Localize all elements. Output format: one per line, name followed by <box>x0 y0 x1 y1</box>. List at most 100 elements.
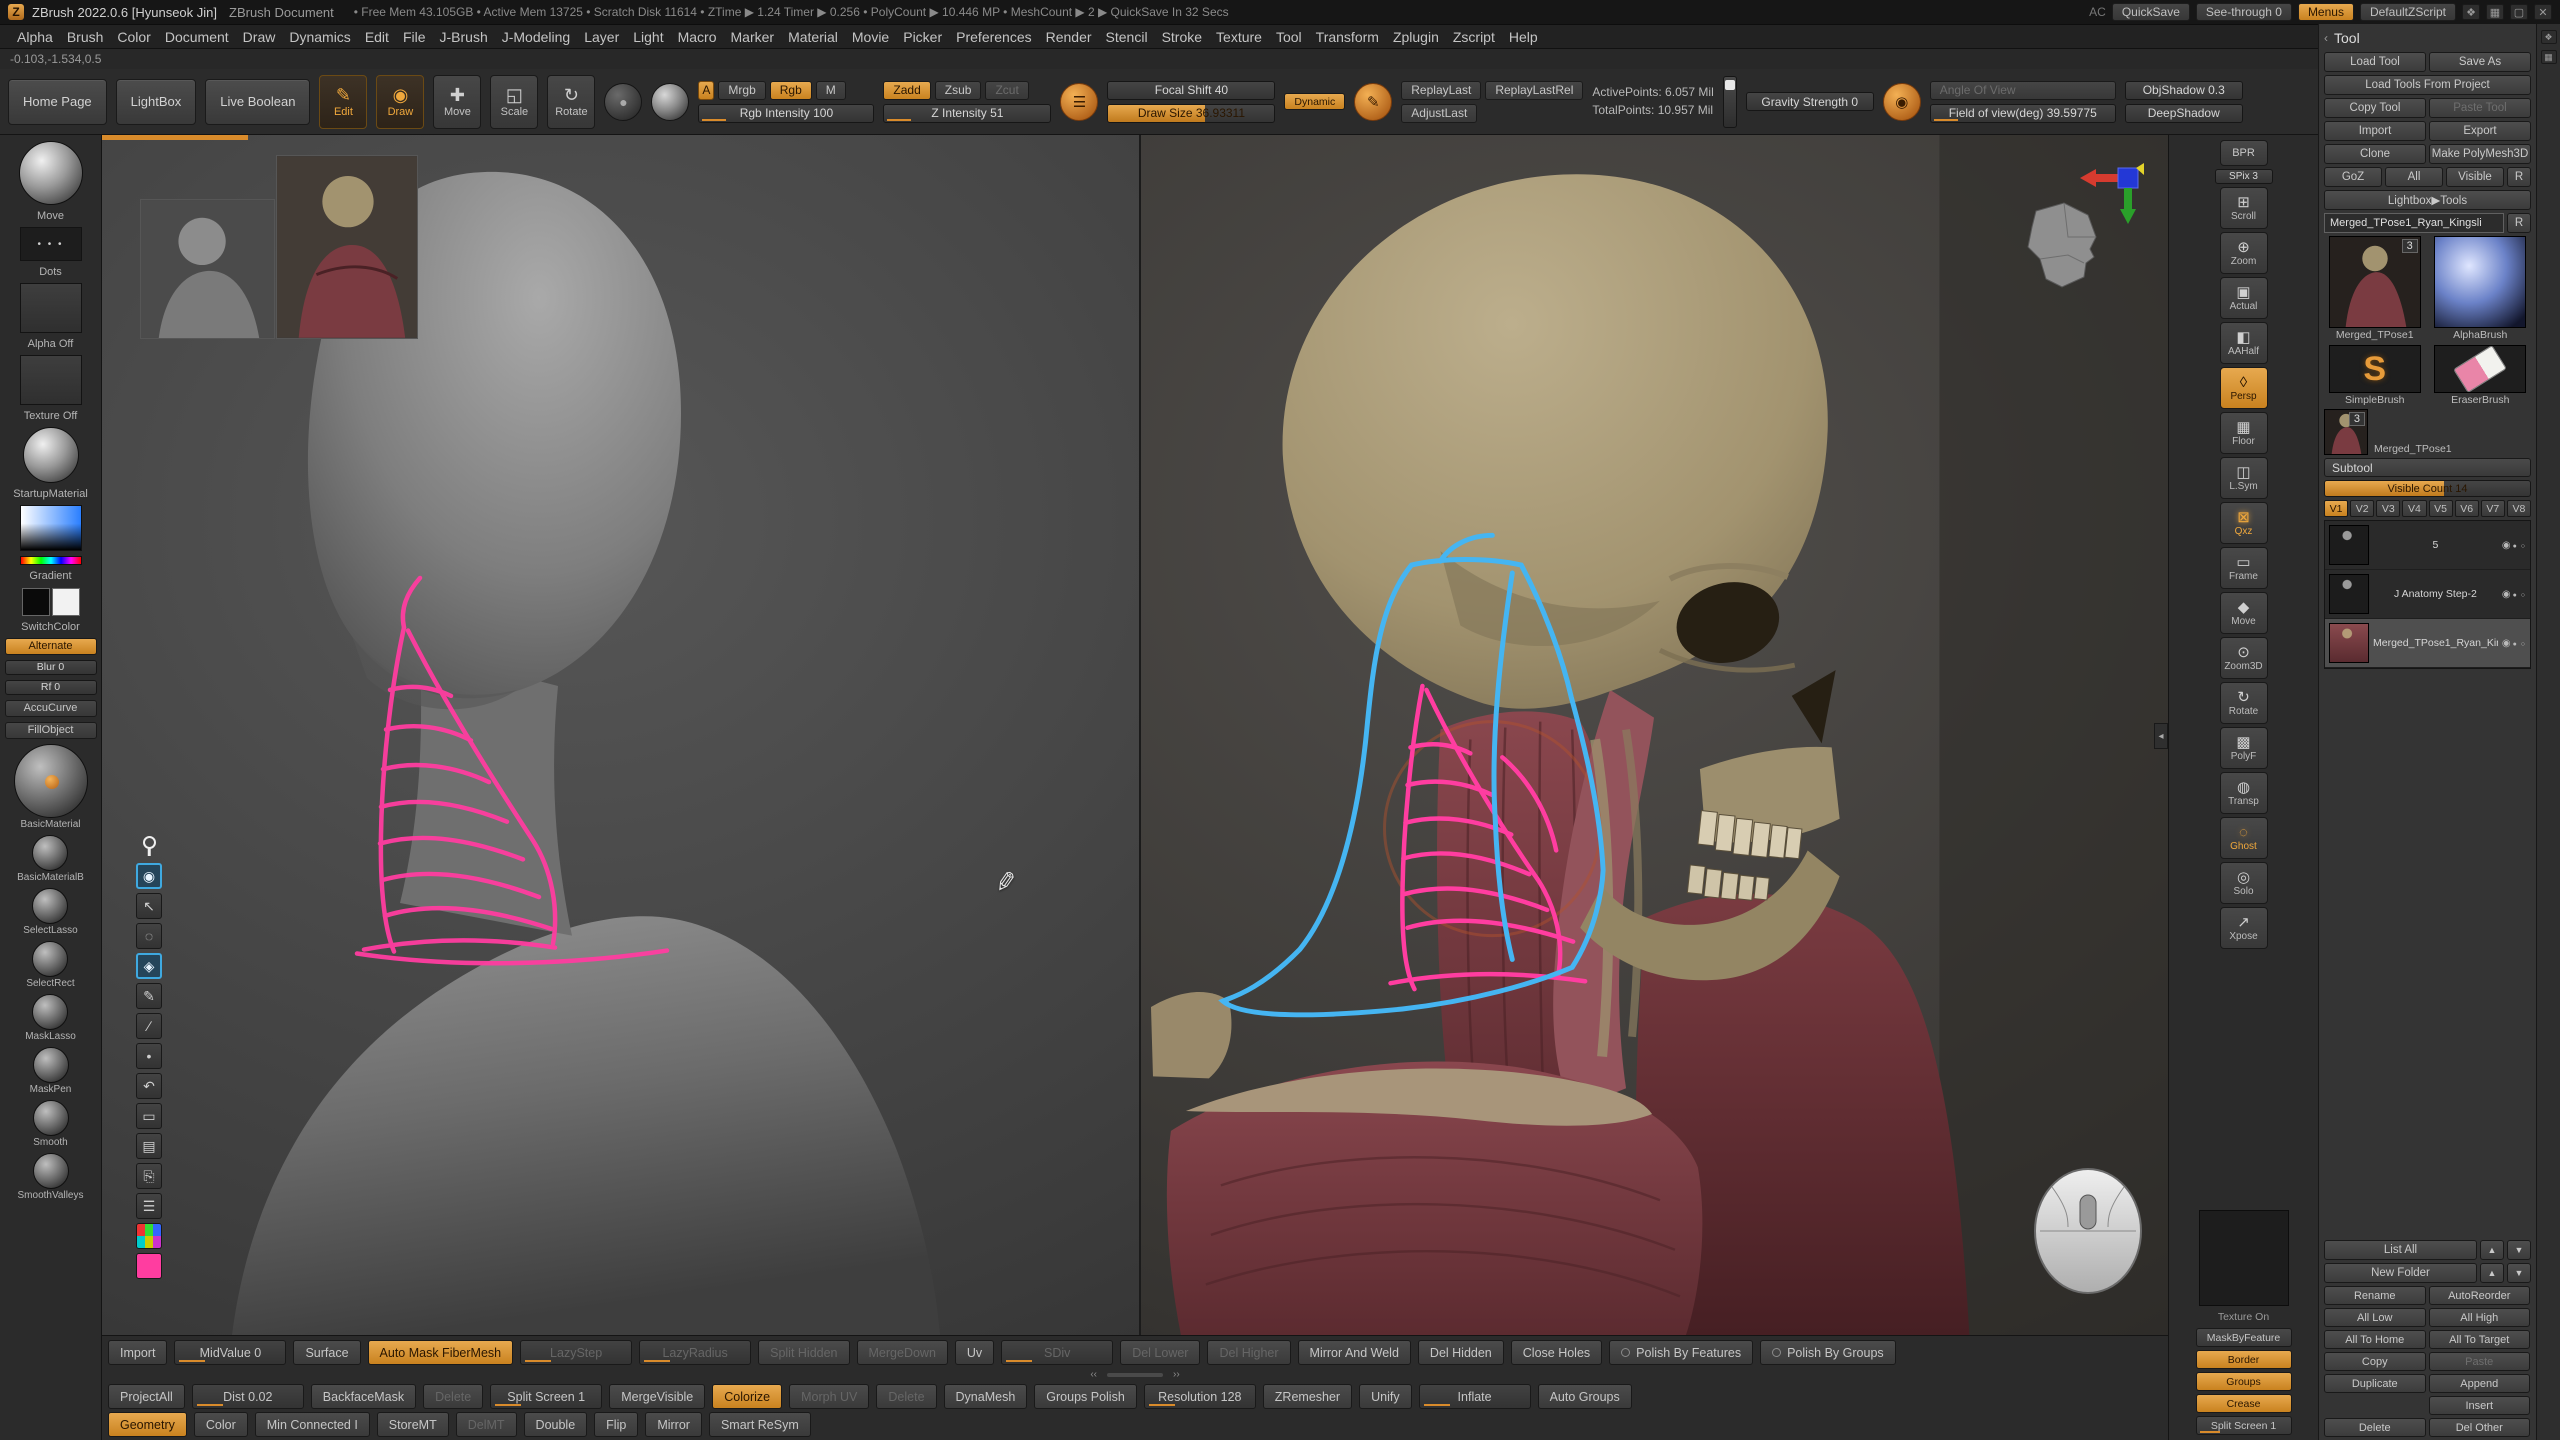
reference-thumbnail-anatomy[interactable] <box>276 155 418 339</box>
menu-item[interactable]: Layer <box>577 27 626 47</box>
list-all-button[interactable]: List All <box>2324 1240 2477 1260</box>
ruler-icon[interactable]: ∕ <box>136 1013 162 1039</box>
load-tool-button[interactable]: Load Tool <box>2324 52 2426 72</box>
field-of-view-slider[interactable]: Field of view(deg) 39.59775 <box>1930 104 2116 123</box>
bottom-button[interactable]: MergeDown <box>857 1340 948 1365</box>
tray-brush-item[interactable]: SmoothValleys <box>18 1153 84 1201</box>
close-window-icon[interactable] <box>2534 4 2552 20</box>
right-shelf-button[interactable]: ▦ Floor <box>2220 412 2268 454</box>
new-folder-button[interactable]: New Folder <box>2324 1263 2477 1283</box>
edit-mode-button[interactable]: Edit <box>319 75 367 129</box>
make-polymesh3d-button[interactable]: Make PolyMesh3D <box>2429 144 2531 164</box>
rgb-intensity-slider[interactable]: Rgb Intensity 100 <box>698 104 874 123</box>
color-picker-square[interactable] <box>20 505 82 551</box>
secondary-color-swatch[interactable] <box>52 588 80 616</box>
subtool-action-button[interactable]: Rename <box>2324 1286 2426 1305</box>
brush-sphere[interactable] <box>14 744 88 818</box>
subtool-action-button[interactable]: Append <box>2429 1374 2531 1393</box>
view-angle-icon[interactable] <box>1883 83 1921 121</box>
bottom-button[interactable]: Inflate <box>1419 1384 1531 1409</box>
collapse-palette-icon[interactable] <box>2324 31 2328 45</box>
menu-item[interactable]: Document <box>158 27 236 47</box>
menu-item[interactable]: Brush <box>60 27 111 47</box>
brush-sphere[interactable] <box>33 1153 69 1189</box>
alpha-preview-icon[interactable] <box>651 83 689 121</box>
tray-brush-item[interactable]: SelectRect <box>26 941 74 989</box>
subtool-view-tab[interactable]: V2 <box>2350 500 2374 517</box>
right-shelf-lower-button[interactable]: Groups <box>2196 1372 2292 1391</box>
menu-item[interactable]: J-Modeling <box>495 27 577 47</box>
gravity-widget[interactable] <box>1723 76 1737 128</box>
rgb-button[interactable]: Rgb <box>770 81 812 100</box>
viewport-right[interactable] <box>1139 135 2168 1335</box>
lasso-icon[interactable]: ◌ <box>136 923 162 949</box>
stroke-preview-icon[interactable]: ● <box>604 83 642 121</box>
draw-size-icon[interactable] <box>1060 83 1098 121</box>
menu-item[interactable]: Alpha <box>10 27 60 47</box>
subtool-action-button[interactable]: All Low <box>2324 1308 2426 1327</box>
simple-brush-thumbnail[interactable] <box>2329 345 2421 393</box>
visibility-eye-icon[interactable] <box>2502 540 2511 551</box>
bottom-button[interactable]: ProjectAll <box>108 1384 185 1409</box>
draw-size-slider[interactable]: Draw Size 36.93311 <box>1107 104 1275 123</box>
subtool-action-button[interactable]: Delete <box>2324 1418 2426 1437</box>
home-page-button[interactable]: Home Page <box>8 79 107 125</box>
menu-item[interactable]: File <box>396 27 433 47</box>
display-toggle-icons[interactable] <box>2513 540 2526 551</box>
bottom-button[interactable]: Delete <box>423 1384 483 1409</box>
edge-layout-icon[interactable] <box>2541 50 2557 64</box>
scale-mode-button[interactable]: Scale <box>490 75 538 129</box>
default-zscript-button[interactable]: DefaultZScript <box>2360 3 2456 21</box>
obj-shadow-slider[interactable]: ObjShadow 0.3 <box>2125 81 2243 100</box>
right-shelf-lower-button[interactable]: MaskByFeature <box>2196 1328 2292 1347</box>
export-button[interactable]: Export <box>2429 121 2531 141</box>
subtool-action-button[interactable]: Duplicate <box>2324 1374 2426 1393</box>
subtool-view-tab[interactable]: V6 <box>2455 500 2479 517</box>
z-intensity-slider[interactable]: Z Intensity 51 <box>883 104 1051 123</box>
right-shelf-button[interactable]: ◆ Move <box>2220 592 2268 634</box>
rotate-mode-button[interactable]: Rotate <box>547 75 595 129</box>
bottom-button[interactable]: Dist 0.02 <box>192 1384 304 1409</box>
bottom-button[interactable]: LazyStep <box>520 1340 632 1365</box>
spray-icon[interactable]: ▤ <box>136 1133 162 1159</box>
right-shelf-button[interactable]: ◌ Ghost <box>2220 817 2268 859</box>
spix-slider[interactable]: SPix 3 <box>2215 169 2273 184</box>
adjust-last-button[interactable]: AdjustLast <box>1401 104 1477 123</box>
visibility-eye-icon[interactable] <box>2502 589 2511 600</box>
right-shelf-button[interactable]: ↻ Rotate <box>2220 682 2268 724</box>
zsub-button[interactable]: Zsub <box>935 81 982 100</box>
move-subtool-down-button[interactable] <box>2507 1240 2531 1260</box>
dot-icon[interactable]: • <box>136 1043 162 1069</box>
subtool-list-item[interactable]: Merged_TPose1_Ryan_Kingslie <box>2325 619 2530 668</box>
tray-brush-item[interactable]: SelectLasso <box>23 888 77 936</box>
subtool-action-button[interactable]: Del Other <box>2429 1418 2531 1437</box>
bottom-button[interactable]: Import <box>108 1340 167 1365</box>
subtool-thumbnail[interactable] <box>2329 623 2369 663</box>
lightbox-button[interactable]: LightBox <box>116 79 197 125</box>
replay-last-button[interactable]: ReplayLast <box>1401 81 1481 100</box>
bottom-button[interactable]: Unify <box>1359 1384 1411 1409</box>
texture-thumbnail[interactable] <box>20 355 82 405</box>
current-tool-sphere[interactable] <box>19 141 83 205</box>
bottom-button[interactable]: Color <box>194 1412 248 1437</box>
menu-item[interactable]: Macro <box>671 27 724 47</box>
dynamic-toggle[interactable]: Dynamic <box>1284 93 1345 110</box>
eye-icon[interactable]: ◉ <box>136 863 162 889</box>
right-shelf-button[interactable]: ↗ Xpose <box>2220 907 2268 949</box>
right-shelf-button[interactable]: ◫ L.Sym <box>2220 457 2268 499</box>
eraser-brush-thumbnail[interactable] <box>2434 345 2526 393</box>
brush-sphere[interactable] <box>32 835 68 871</box>
recent-tool-thumbnail[interactable]: 3 <box>2324 409 2368 455</box>
copy-icon[interactable]: ⎘ <box>136 1163 162 1189</box>
bottom-button[interactable]: Groups Polish <box>1034 1384 1137 1409</box>
menu-item[interactable]: Stencil <box>1099 27 1155 47</box>
right-shelf-button[interactable]: ▩ PolyF <box>2220 727 2268 769</box>
blur-slider[interactable]: Blur 0 <box>5 660 97 675</box>
save-as-button[interactable]: Save As <box>2429 52 2531 72</box>
bottom-button[interactable]: Colorize <box>712 1384 782 1409</box>
right-shelf-button[interactable]: ◍ Transp <box>2220 772 2268 814</box>
subtool-action-button[interactable]: All To Target <box>2429 1330 2531 1349</box>
folder-up-button[interactable] <box>2480 1263 2504 1283</box>
material-sphere[interactable] <box>23 427 79 483</box>
see-through-slider[interactable]: See-through 0 <box>2196 3 2292 21</box>
